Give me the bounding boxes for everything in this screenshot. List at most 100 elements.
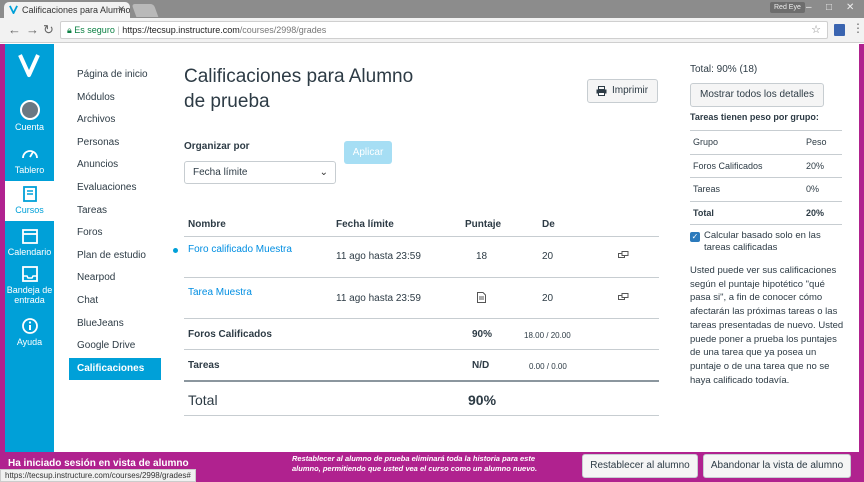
global-nav: Cuenta Tablero Cursos Calendario Bandeja… <box>5 44 54 452</box>
comments-icon[interactable] <box>618 251 629 260</box>
tab-close-icon[interactable]: ✕ <box>117 4 125 15</box>
student-view-message: Restablecer al alumno de prueba eliminar… <box>292 454 538 473</box>
global-nav-label: Bandeja de entrada <box>6 285 53 305</box>
page-title-line: de prueba <box>184 91 270 112</box>
graded-only-label[interactable]: Calcular basado solo en las tareas calif… <box>704 230 844 254</box>
global-nav-account[interactable]: Cuenta <box>5 100 54 138</box>
browser-menu-icon[interactable]: ⋮ <box>852 21 864 35</box>
sort-label: Organizar por <box>184 141 250 152</box>
course-nav-discussions[interactable]: Foros <box>69 222 161 245</box>
weights-group: Foros Calificados <box>693 160 763 171</box>
back-icon[interactable]: ← <box>8 22 21 37</box>
profile-badge[interactable]: Red Eye <box>770 2 805 13</box>
bookmark-star-icon[interactable]: ☆ <box>811 22 821 38</box>
inbox-icon <box>21 266 38 282</box>
assignment-link[interactable]: Foro calificado Muestra <box>188 244 292 255</box>
weights-table: Grupo Peso Foros Calificados 20% Tareas … <box>690 130 842 225</box>
grades-sidebar: Total: 90% (18) Mostrar todos los detall… <box>690 64 845 386</box>
group-percent: N/D <box>472 360 490 371</box>
divider <box>184 380 659 382</box>
course-nav-home[interactable]: Página de inicio <box>69 64 161 87</box>
page-title-line: Calificaciones para Alumno <box>184 66 414 87</box>
group-points: 0.00 / 0.00 <box>529 362 567 371</box>
weights-value: 0% <box>806 184 820 194</box>
help-icon <box>21 318 38 334</box>
global-nav-courses[interactable]: Cursos <box>5 181 54 221</box>
divider <box>184 318 659 319</box>
reset-student-button[interactable]: Restablecer al alumno <box>582 454 698 478</box>
group-name: Tareas <box>188 360 220 371</box>
sort-value: Fecha límite <box>193 167 248 178</box>
course-nav: Página de inicio Módulos Archivos Person… <box>69 64 161 381</box>
course-nav-nearpod[interactable]: Nearpod <box>69 267 161 290</box>
print-button[interactable]: Imprimir <box>587 79 658 103</box>
minimize-icon[interactable]: – <box>806 2 812 13</box>
apply-button[interactable]: Aplicar <box>344 141 392 164</box>
weights-header-row: Grupo Peso <box>690 130 842 154</box>
out-of: 20 <box>542 251 554 262</box>
out-of: 20 <box>542 293 554 304</box>
divider <box>184 277 659 278</box>
group-name: Foros Calificados <box>188 329 272 340</box>
global-nav-label: Cursos <box>15 205 44 215</box>
column-header-out-of: De <box>542 219 555 230</box>
global-nav-label: Tablero <box>14 165 45 175</box>
weighted-heading: Tareas tienen peso por grupo: <box>690 112 819 122</box>
leave-student-view-button[interactable]: Abandonar la vista de alumno <box>703 454 851 478</box>
weights-total-row: Total 20% <box>690 200 842 225</box>
course-nav-chat[interactable]: Chat <box>69 290 161 313</box>
graded-only-checkbox[interactable]: ✓ <box>690 232 700 242</box>
maximize-icon[interactable]: □ <box>826 2 832 13</box>
chevron-down-icon: ⌄ <box>319 167 328 178</box>
total-label: Total <box>188 392 218 408</box>
extension-icon[interactable] <box>834 24 845 36</box>
course-nav-modules[interactable]: Módulos <box>69 87 161 110</box>
print-label: Imprimir <box>612 85 649 96</box>
global-nav-calendar[interactable]: Calendario <box>5 227 54 265</box>
course-nav-files[interactable]: Archivos <box>69 109 161 132</box>
url-input[interactable]: 🔒︎ Es seguro | https://tecsup.instructur… <box>60 21 828 39</box>
divider <box>184 349 659 350</box>
global-nav-label: Calendario <box>7 247 52 257</box>
global-nav-label: Ayuda <box>16 337 43 347</box>
avatar <box>19 100 40 120</box>
assignment-link[interactable]: Tarea Muestra <box>188 287 252 298</box>
weights-header-group: Grupo <box>693 137 719 147</box>
address-bar: ← → ↻ 🔒︎ Es seguro | https://tecsup.inst… <box>0 18 864 43</box>
comments-icon[interactable] <box>618 293 629 302</box>
global-nav-dashboard[interactable]: Tablero <box>5 145 54 183</box>
course-nav-people[interactable]: Personas <box>69 132 161 155</box>
global-nav-inbox[interactable]: Bandeja de entrada <box>5 265 54 313</box>
canvas-logo-icon[interactable] <box>17 52 41 78</box>
score: 18 <box>476 251 488 262</box>
group-points: 18.00 / 20.00 <box>524 331 571 340</box>
url-path: /courses/2998/grades <box>239 25 327 35</box>
status-bar: https://tecsup.instructure.com/courses/2… <box>0 469 196 482</box>
calendar-icon <box>21 229 38 244</box>
course-nav-grades[interactable]: Calificaciones <box>69 357 161 381</box>
new-tab-button[interactable] <box>131 4 159 17</box>
show-all-details-button[interactable]: Mostrar todos los detalles <box>690 83 824 107</box>
column-header-due: Fecha límite <box>336 219 394 230</box>
course-nav-syllabus[interactable]: Plan de estudio <box>69 245 161 268</box>
document-icon <box>477 292 486 303</box>
close-window-icon[interactable]: ✕ <box>846 2 854 13</box>
total-value: 90% <box>468 392 497 408</box>
course-nav-quizzes[interactable]: Evaluaciones <box>69 177 161 200</box>
student-view-title: Ha iniciado sesión en vista de alumno <box>8 458 189 469</box>
sort-select[interactable]: Fecha límite ⌄ <box>184 161 336 184</box>
course-nav-google-drive[interactable]: Google Drive <box>69 335 161 358</box>
unread-indicator <box>173 248 178 253</box>
weights-group: Tareas <box>693 184 721 194</box>
reload-icon[interactable]: ↻ <box>43 22 54 38</box>
group-percent: 90% <box>472 329 493 340</box>
course-nav-bluejeans[interactable]: BlueJeans <box>69 313 161 336</box>
course-nav-announcements[interactable]: Anuncios <box>69 154 161 177</box>
browser-tab[interactable]: Calificaciones para Alumno ✕ <box>4 2 130 18</box>
global-nav-help[interactable]: Ayuda <box>5 317 54 355</box>
due-date: 11 ago hasta 23:59 <box>336 251 421 262</box>
course-nav-assignments[interactable]: Tareas <box>69 200 161 223</box>
forward-icon[interactable]: → <box>26 22 39 37</box>
weights-group: Total <box>693 207 714 218</box>
printer-icon <box>596 86 607 96</box>
